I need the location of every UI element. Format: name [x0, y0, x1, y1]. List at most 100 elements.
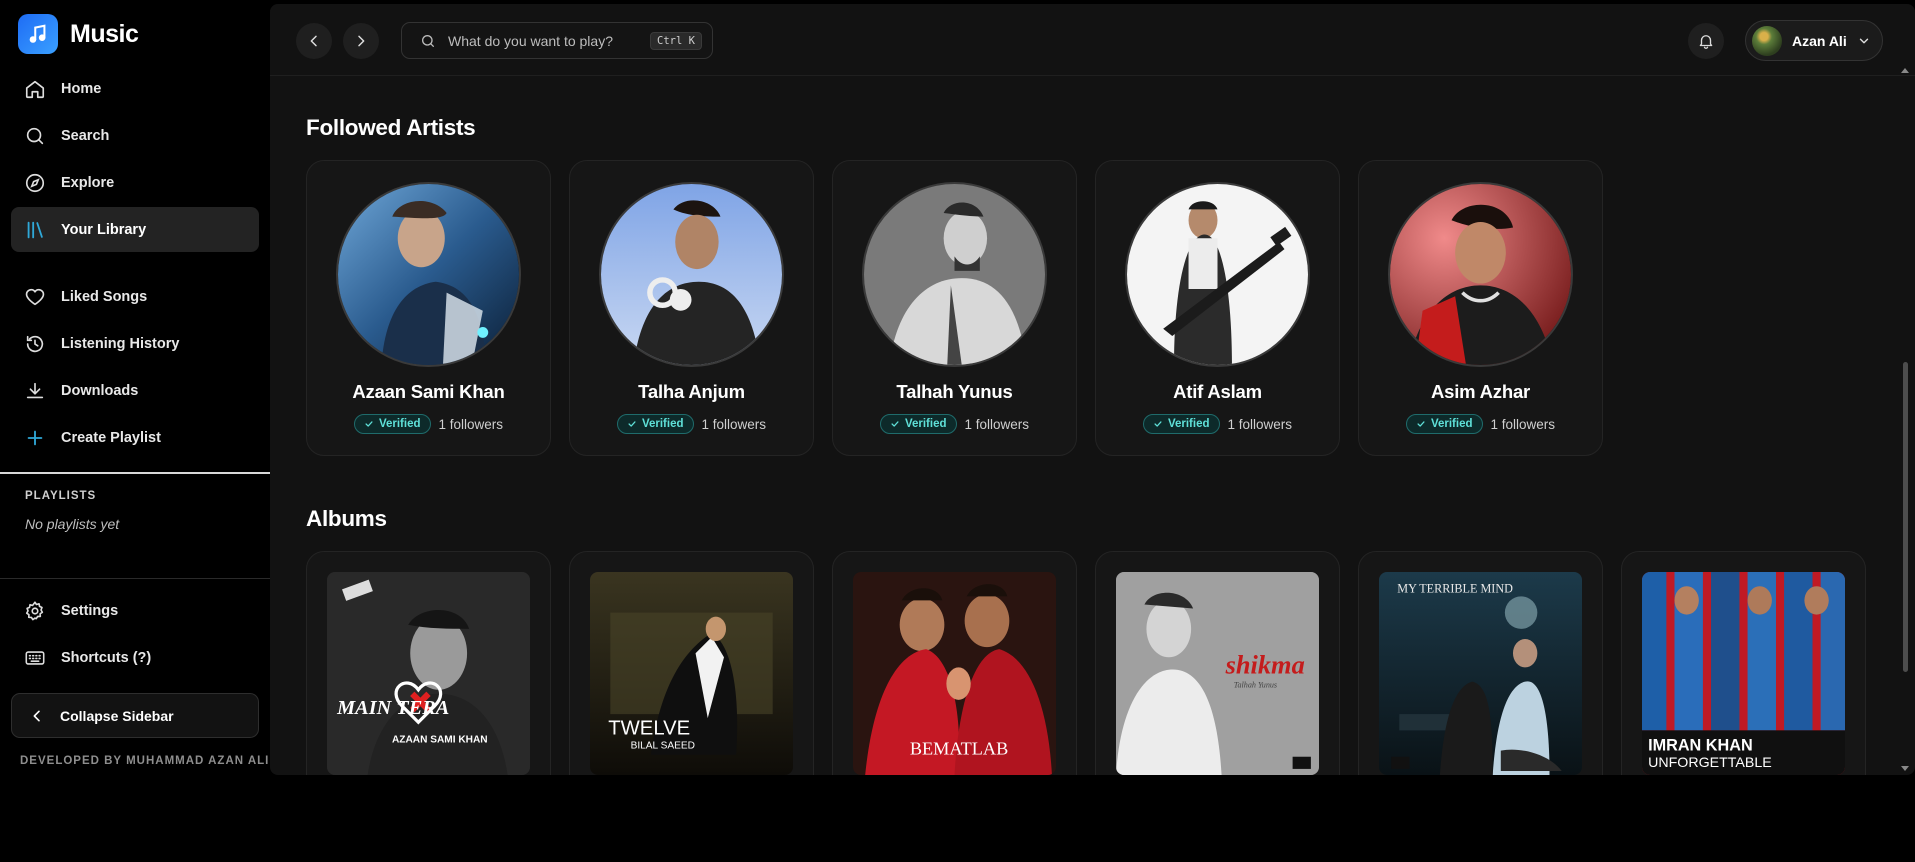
- nav-label: Downloads: [61, 382, 139, 399]
- artist-name: Azaan Sami Khan: [352, 381, 505, 402]
- main-panel: Ctrl K Azan Ali Followed Artists Azaan S…: [270, 4, 1915, 775]
- nav-shortcuts[interactable]: Shortcuts (?): [11, 635, 259, 680]
- user-menu[interactable]: Azan Ali: [1745, 20, 1883, 61]
- nav-library[interactable]: Your Library: [11, 207, 259, 252]
- album-artist-text: BILAL SAEED: [631, 741, 695, 752]
- album-card[interactable]: BEMATLAB: [832, 551, 1077, 775]
- album-title-text: TWELVE: [608, 717, 690, 739]
- album-title-text: IMRAN KHAN: [1648, 737, 1753, 755]
- album-card[interactable]: MY TERRIBLE MIND: [1358, 551, 1603, 775]
- scrollbar[interactable]: [1900, 66, 1910, 775]
- avatar: [1752, 25, 1782, 56]
- topbar: Ctrl K Azan Ali: [270, 4, 1915, 76]
- album-cover: MAIN TERA AZAAN SAMI KHAN: [327, 572, 530, 775]
- bell-icon: [1699, 35, 1713, 49]
- album-card[interactable]: MAIN TERA AZAAN SAMI KHAN: [306, 551, 551, 775]
- download-icon: [26, 382, 44, 398]
- nav-label: Listening History: [61, 335, 180, 352]
- album-cover: BEMATLAB: [853, 572, 1056, 775]
- album-title-text: MY TERRIBLE MIND: [1397, 581, 1513, 595]
- album-cover: IMRAN KHAN UNFORGETTABLE: [1642, 572, 1845, 775]
- artist-name: Asim Azhar: [1430, 381, 1531, 402]
- nav-explore[interactable]: Explore: [11, 160, 259, 205]
- section-title-albums: Albums: [306, 506, 387, 531]
- chevron-down-icon: [1859, 38, 1868, 43]
- nav-search[interactable]: Search: [11, 113, 259, 158]
- album-card[interactable]: shikma Talhah Yunus: [1095, 551, 1340, 775]
- album-card[interactable]: IMRAN KHAN UNFORGETTABLE: [1621, 551, 1866, 775]
- brand[interactable]: Music: [18, 14, 139, 54]
- artist-photo: [336, 182, 521, 367]
- verified-badge: Verified: [353, 414, 431, 434]
- artist-meta: Verified 1 followers: [1096, 414, 1339, 434]
- nav-label: Your Library: [61, 221, 147, 238]
- back-button[interactable]: [296, 23, 332, 59]
- nav-create-playlist[interactable]: Create Playlist: [11, 415, 259, 460]
- artist-card[interactable]: Atif Aslam Verified 1 followers: [1095, 160, 1340, 456]
- search-input[interactable]: [448, 32, 638, 49]
- verified-label: Verified: [1430, 418, 1473, 430]
- keyboard-icon: [25, 650, 45, 665]
- verified-badge: Verified: [616, 414, 694, 434]
- playlists-empty: No playlists yet: [25, 516, 120, 532]
- verified-badge: Verified: [879, 414, 957, 434]
- nav-liked-songs[interactable]: Liked Songs: [11, 274, 259, 319]
- forward-button[interactable]: [343, 23, 379, 59]
- scroll-down-arrow[interactable]: [1901, 766, 1909, 771]
- check-icon: [891, 421, 899, 427]
- album-grid: MAIN TERA AZAAN SAMI KHAN TWELVE BILAL SAE…: [306, 551, 1866, 775]
- developer-credit: DEVELOPED BY MUHAMMAD AZAN ALI: [20, 755, 270, 767]
- artist-card[interactable]: Asim Azhar Verified 1 followers: [1358, 160, 1603, 456]
- divider: [0, 578, 270, 579]
- scrollbar-thumb[interactable]: [1903, 362, 1908, 672]
- section-title-artists: Followed Artists: [306, 115, 476, 140]
- artist-photo: [1388, 182, 1573, 367]
- verified-label: Verified: [1167, 418, 1210, 430]
- album-artist-text: AZAAN SAMI KHAN: [392, 735, 488, 746]
- followers-count: 1 followers: [1227, 416, 1293, 432]
- verified-badge: Verified: [1405, 414, 1483, 434]
- collapse-sidebar-button[interactable]: Collapse Sidebar: [11, 693, 259, 738]
- album-cover: MY TERRIBLE MIND: [1379, 572, 1582, 775]
- artist-card[interactable]: Azaan Sami Khan Verified 1 followers: [306, 160, 551, 456]
- divider: [0, 472, 270, 474]
- album-cover: shikma Talhah Yunus: [1116, 572, 1319, 775]
- nav-label: Explore: [61, 174, 115, 191]
- nav-home[interactable]: Home: [11, 66, 259, 111]
- followers-count: 1 followers: [964, 416, 1030, 432]
- nav-label: Liked Songs: [61, 288, 148, 305]
- nav-label: Settings: [61, 602, 119, 619]
- artist-meta: Verified 1 followers: [833, 414, 1076, 434]
- verified-label: Verified: [378, 418, 421, 430]
- nav-label: Shortcuts (?): [61, 649, 152, 666]
- check-icon: [628, 421, 636, 427]
- artist-name: Talha Anjum: [638, 381, 745, 402]
- sidebar: Music Home Search Explore Your Library L…: [0, 0, 270, 775]
- artist-card[interactable]: Talha Anjum Verified 1 followers: [569, 160, 814, 456]
- nav-listening-history[interactable]: Listening History: [11, 321, 259, 366]
- artist-card[interactable]: Talhah Yunus Verified 1 followers: [832, 160, 1077, 456]
- nav-label: Search: [61, 127, 110, 144]
- nav-downloads[interactable]: Downloads: [11, 368, 259, 413]
- plus-icon: [27, 430, 43, 445]
- playlists-heading: PLAYLISTS: [25, 490, 97, 502]
- artist-meta: Verified 1 followers: [570, 414, 813, 434]
- album-title-text: MAIN TERA: [336, 697, 449, 719]
- nav-settings[interactable]: Settings: [11, 588, 259, 633]
- artist-photo: [599, 182, 784, 367]
- album-card[interactable]: TWELVE BILAL SAEED: [569, 551, 814, 775]
- brand-name: Music: [70, 19, 139, 48]
- followers-count: 1 followers: [1490, 416, 1556, 432]
- scroll-up-arrow[interactable]: [1901, 68, 1909, 73]
- album-subtitle-text: UNFORGETTABLE: [1648, 755, 1772, 771]
- artist-photo: [862, 182, 1047, 367]
- library-icon: [27, 221, 43, 238]
- search-box[interactable]: Ctrl K: [401, 22, 713, 59]
- library-content: Followed Artists Azaan Sami Khan Verifie…: [306, 76, 1866, 775]
- album-title-text: BEMATLAB: [910, 739, 1008, 759]
- check-icon: [1417, 421, 1425, 427]
- artist-meta: Verified 1 followers: [1359, 414, 1602, 434]
- album-cover: TWELVE BILAL SAEED: [590, 572, 793, 775]
- artist-photo: [1125, 182, 1310, 367]
- notifications-button[interactable]: [1688, 23, 1724, 59]
